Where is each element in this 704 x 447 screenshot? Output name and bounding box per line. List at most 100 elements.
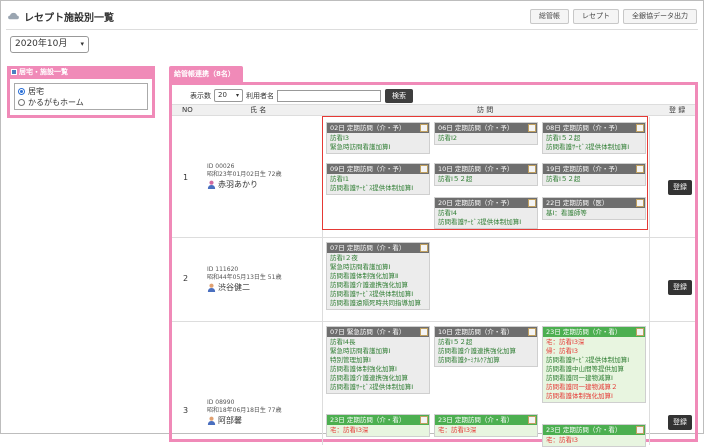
visit-card-title: 07日 緊急訪問（介・看）	[330, 328, 406, 336]
service-line: 訪問看護介護連携強化加算	[330, 374, 408, 382]
column-divider	[649, 238, 650, 321]
user-name: 渋谷健二	[218, 282, 250, 292]
table-header: NO 氏 名 訪 問 登 録	[172, 104, 695, 116]
col-name: 氏 名	[250, 106, 267, 114]
visit-card[interactable]: 07日 定期訪問（介・看） 訪看Ⅰ２夜 緊急時訪問看護加算Ⅰ 訪問看護体制強化加…	[326, 242, 430, 310]
row-number: 3	[183, 406, 189, 415]
service-line: 訪看Ⅰ２夜	[330, 254, 358, 262]
register-button[interactable]: 登録	[668, 280, 692, 295]
month-select[interactable]: 2020年10月 ▾	[10, 36, 89, 53]
table-row: 2 ID 111620 昭和44年05月13日生 51歳 渋谷健二 登録 07日…	[172, 238, 695, 322]
user-id: ID 00026	[207, 163, 235, 170]
col-no: NO	[182, 106, 193, 114]
user-birth: 昭和23年01月02日生 72歳	[207, 171, 282, 178]
facility-option-label: 居宅	[28, 87, 44, 96]
cloud-icon	[8, 12, 19, 19]
service-line: 訪問看護介護連携強化加算	[438, 347, 516, 355]
user-name-link[interactable]: 渋谷健二	[207, 283, 281, 292]
service-line: 特別管理加算Ⅰ	[330, 356, 371, 364]
facility-list-header: 居宅・施設一覧	[7, 66, 155, 79]
edit-icon[interactable]	[636, 328, 644, 336]
edit-icon[interactable]	[420, 328, 428, 336]
col-visit: 訪 問	[477, 106, 494, 114]
service-line: 訪問看護ﾀｰﾐﾅﾙｹｱ加算	[438, 356, 500, 364]
user-name-link[interactable]: 阿部馨	[207, 416, 281, 425]
service-line: 訪問看護体制強化加算Ⅰ	[330, 365, 397, 373]
filter-bar: 表示数 20 ▾ 利用者名 検索	[190, 88, 413, 103]
col-register: 登 録	[669, 106, 686, 114]
user-name-link[interactable]: 赤羽あかり	[207, 180, 281, 189]
service-line: 訪問看護同一建物減算Ⅰ	[546, 374, 613, 382]
user-id: ID 111620	[207, 266, 239, 273]
facility-radio-group: 居宅 かるがもホーム	[14, 83, 148, 110]
radio-icon[interactable]	[18, 99, 25, 106]
edit-icon[interactable]	[420, 416, 428, 424]
service-line-alert: 訪問看護体制強化加算Ⅰ	[546, 392, 613, 400]
service-line-alert: 宅：訪看Ⅰ3深	[546, 338, 585, 346]
service-line-alert: 宅：訪看Ⅰ3	[546, 436, 579, 444]
row-number: 2	[183, 274, 189, 283]
ledger-button[interactable]: 総管帳	[530, 9, 569, 24]
facility-option-home[interactable]: 居宅	[18, 86, 144, 97]
user-birth: 昭和44年05月13日生 51歳	[207, 274, 282, 281]
edit-icon[interactable]	[528, 328, 536, 336]
facility-list-panel: 居宅・施設一覧 居宅 かるがもホーム	[7, 66, 155, 118]
search-button[interactable]: 検索	[385, 88, 413, 103]
visit-card-title: 23日 定期訪問（介・看）	[546, 328, 622, 336]
person-icon	[207, 416, 216, 425]
user-id: ID 08990	[207, 399, 235, 406]
user-name-label: 利用者名	[246, 91, 274, 100]
visit-card-title: 10日 定期訪問（介・看）	[438, 328, 514, 336]
service-line-alert: 帰：訪看Ⅰ3	[546, 347, 579, 355]
service-line: 訪問看護ｻｰﾋﾞｽ提供体制加算Ⅰ	[546, 356, 630, 364]
user-name: 赤羽あかり	[218, 179, 258, 189]
selection-highlight	[322, 116, 648, 230]
user-name-input[interactable]	[277, 89, 381, 102]
edit-icon[interactable]	[420, 244, 428, 252]
edit-icon[interactable]	[636, 426, 644, 434]
column-divider	[649, 117, 650, 237]
service-line: 訪問看護ｻｰﾋﾞｽ提供体制加算Ⅰ	[330, 290, 414, 298]
service-line: 訪問看護介護連携強化加算	[330, 281, 408, 289]
service-line: 訪問看護体制強化加算Ⅱ	[330, 272, 399, 280]
service-line: 訪看Ⅰ4長	[330, 338, 356, 346]
register-button[interactable]: 登録	[668, 415, 692, 430]
chevron-down-icon: ▾	[235, 92, 239, 99]
service-line-alert: 訪問看護同一建物減算２	[546, 383, 618, 391]
display-count-label: 表示数	[190, 91, 211, 100]
person-icon	[207, 283, 216, 292]
receipt-button[interactable]: レセプト	[573, 9, 619, 24]
register-button[interactable]: 登録	[668, 180, 692, 195]
visit-card[interactable]: 07日 緊急訪問（介・看） 訪看Ⅰ4長 緊急時訪問看護加算Ⅰ 特別管理加算Ⅰ 訪…	[326, 326, 430, 394]
display-count-select[interactable]: 20 ▾	[214, 89, 243, 102]
column-divider	[322, 322, 323, 445]
panel-square-icon	[11, 69, 17, 75]
visit-card-title: 07日 定期訪問（介・看）	[330, 244, 406, 252]
facility-option-label: かるがもホーム	[28, 98, 84, 107]
visit-card[interactable]: 23日 定期訪問（介・看） 宅：訪看Ⅰ3	[542, 424, 646, 447]
visit-card[interactable]: 10日 定期訪問（介・看） 訪看Ⅰ５２超 訪問看護介護連携強化加算 訪問看護ﾀｰ…	[434, 326, 538, 367]
facility-list-title: 居宅・施設一覧	[19, 68, 68, 76]
visit-card-title: 23日 定期訪問（介・看）	[438, 416, 514, 424]
visit-card-title: 23日 定期訪問（介・看）	[546, 426, 622, 434]
month-select-value: 2020年10月	[15, 39, 68, 49]
table-row: 3 ID 08990 昭和18年06月18日生 77歳 阿部馨 登録 07日 緊…	[172, 322, 695, 447]
column-divider	[649, 322, 650, 445]
main-panel: 表示数 20 ▾ 利用者名 検索 NO 氏 名 訪 問 登 録 1 ID 0002…	[169, 82, 698, 447]
top-button-group: 総管帳 レセプト 全銀協データ出力	[530, 9, 697, 24]
user-birth: 昭和18年06月18日生 77歳	[207, 407, 282, 414]
user-info: ID 00026 昭和23年01月02日生 72歳 赤羽あかり	[207, 163, 281, 189]
person-icon	[207, 180, 216, 189]
service-line: 訪問看護中山間等提供加算	[546, 365, 624, 373]
header-divider	[6, 29, 698, 30]
bank-data-export-button[interactable]: 全銀協データ出力	[623, 9, 697, 24]
radio-selected-icon[interactable]	[18, 88, 25, 95]
column-divider	[322, 238, 323, 321]
chevron-down-icon: ▾	[80, 40, 84, 48]
edit-icon[interactable]	[528, 416, 536, 424]
tab-ledger-link[interactable]: 給管帳連携（8名）	[169, 66, 243, 82]
service-line: 緊急時訪問看護加算Ⅰ	[330, 347, 391, 355]
service-line: 訪問看護ｻｰﾋﾞｽ提供体制加算Ⅰ	[330, 383, 414, 391]
visit-card[interactable]: 23日 定期訪問（介・看） 宅：訪看Ⅰ3深 帰：訪看Ⅰ3 訪問看護ｻｰﾋﾞｽ提供…	[542, 326, 646, 403]
facility-option-karugamo[interactable]: かるがもホーム	[18, 97, 144, 108]
